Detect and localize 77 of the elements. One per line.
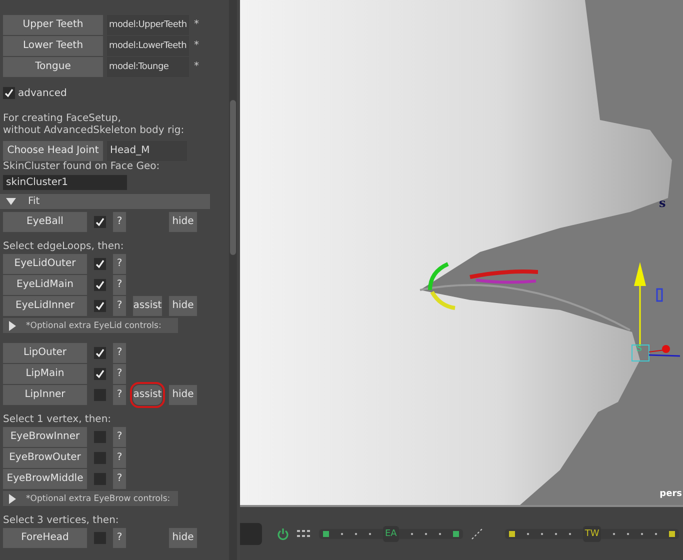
- help-button[interactable]: ?: [113, 426, 126, 446]
- fit-button[interactable]: LipOuter: [3, 342, 87, 362]
- checkbox[interactable]: [94, 430, 106, 442]
- checkbox[interactable]: [94, 346, 106, 358]
- gizmo-label: s: [659, 196, 666, 210]
- section-title: *Optional extra EyeLid controls:: [26, 320, 162, 330]
- expand-arrow-icon[interactable]: [9, 494, 16, 504]
- head-joint-field[interactable]: Head_M: [107, 140, 187, 160]
- help-button[interactable]: ?: [113, 274, 126, 294]
- help-button[interactable]: ?: [113, 468, 126, 488]
- checkbox[interactable]: [94, 216, 106, 228]
- camera-label: pers: [660, 489, 682, 499]
- fit-button[interactable]: EyeLidMain: [3, 274, 87, 294]
- hide-button[interactable]: hide: [169, 528, 197, 548]
- geometry-field[interactable]: model:LowerTeeth: [107, 36, 189, 56]
- geometry-button[interactable]: Tongue: [3, 56, 103, 76]
- hide-button[interactable]: hide: [169, 384, 197, 404]
- assist-button[interactable]: assist: [133, 384, 162, 404]
- checkbox[interactable]: [94, 258, 106, 270]
- fit-button[interactable]: EyeBrowMiddle: [3, 468, 87, 488]
- skincluster-field[interactable]: skinCluster1: [3, 175, 127, 190]
- help-button[interactable]: ?: [113, 384, 126, 404]
- help-button[interactable]: ?: [113, 528, 126, 548]
- section-title: *Optional extra EyeBrow controls:: [26, 494, 170, 504]
- fit-button[interactable]: LipMain: [3, 364, 87, 384]
- skincluster-label: SkinCluster found on Face Geo:: [3, 161, 161, 173]
- checkbox[interactable]: [94, 388, 106, 400]
- fit-button[interactable]: EyeBrowInner: [3, 426, 87, 446]
- help-button[interactable]: ?: [113, 342, 126, 362]
- assist-button[interactable]: assist: [133, 296, 162, 316]
- power-icon[interactable]: [277, 528, 289, 540]
- help-button[interactable]: ?: [113, 212, 126, 232]
- checkbox[interactable]: [94, 532, 106, 544]
- marker-label[interactable]: EA: [383, 526, 399, 542]
- gizmo-label: S: [636, 344, 642, 354]
- checkbox[interactable]: [94, 300, 106, 312]
- expand-arrow-icon[interactable]: [9, 320, 16, 330]
- checkbox-label: advanced: [18, 88, 67, 98]
- help-button[interactable]: ?: [113, 296, 126, 316]
- diagonal-handle-icon[interactable]: [470, 528, 483, 540]
- required-mark: *: [194, 19, 199, 30]
- fit-button[interactable]: EyeBall: [3, 212, 87, 232]
- instruction-text: Select 1 vertex, then:: [3, 414, 112, 426]
- geometry-field[interactable]: model:UpperTeeth: [107, 14, 189, 34]
- help-button[interactable]: ?: [113, 254, 126, 274]
- choose-head-joint-button[interactable]: Choose Head Joint: [3, 140, 103, 160]
- fit-button[interactable]: EyeLidInner: [3, 296, 87, 316]
- geometry-button[interactable]: Upper Teeth: [3, 14, 103, 34]
- collapsed-section[interactable]: *Optional extra EyeLid controls:: [3, 318, 178, 333]
- instruction-text: Select edgeLoops, then:: [3, 241, 125, 253]
- section-title: Fit: [28, 196, 40, 207]
- checkbox[interactable]: [94, 472, 106, 484]
- grid-icon[interactable]: [297, 530, 311, 538]
- section-header[interactable]: Fit: [0, 194, 210, 209]
- checkbox[interactable]: [94, 368, 106, 380]
- advanced-checkbox[interactable]: [3, 87, 15, 99]
- checkbox[interactable]: [94, 278, 106, 290]
- hide-button[interactable]: hide: [169, 212, 197, 232]
- marker-label[interactable]: TW: [582, 526, 602, 542]
- instruction-text: Select 3 vertices, then:: [3, 515, 120, 527]
- fit-button[interactable]: ForeHead: [3, 528, 87, 548]
- geometry-field[interactable]: model:Tounge: [107, 56, 189, 76]
- required-mark: *: [194, 61, 199, 72]
- hide-button[interactable]: hide: [169, 296, 197, 316]
- scrollbar[interactable]: [229, 0, 237, 560]
- checkbox[interactable]: [94, 452, 106, 464]
- fit-button[interactable]: EyeBrowOuter: [3, 448, 87, 468]
- time-field[interactable]: [240, 522, 262, 544]
- fit-button[interactable]: EyeLidOuter: [3, 254, 87, 274]
- collapse-arrow-icon[interactable]: [6, 198, 16, 206]
- help-button[interactable]: ?: [113, 448, 126, 468]
- collapsed-section[interactable]: *Optional extra EyeBrow controls:: [3, 491, 178, 506]
- fit-button[interactable]: LipInner: [3, 384, 87, 404]
- info-text: For creating FaceSetup, without AdvancedSkeleton body rig:: [3, 113, 186, 137]
- required-mark: *: [194, 40, 199, 51]
- help-button[interactable]: ?: [113, 364, 126, 384]
- geometry-button[interactable]: Lower Teeth: [3, 36, 103, 56]
